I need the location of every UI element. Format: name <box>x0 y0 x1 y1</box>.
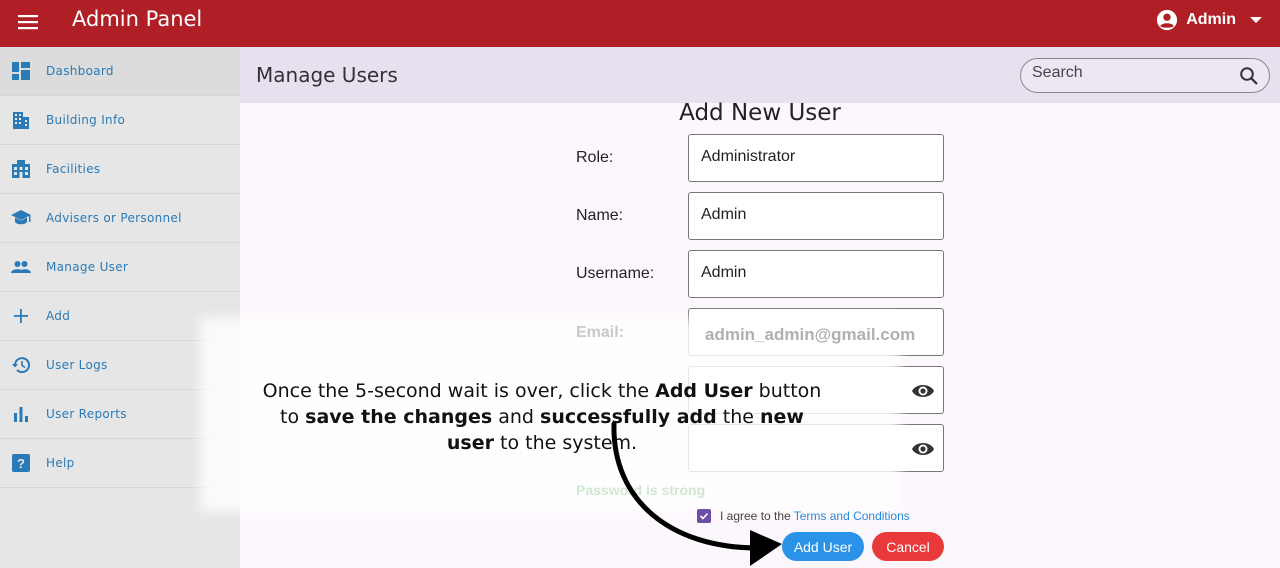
sidebar-item-label: Manage User <box>46 260 129 274</box>
user-name: Admin <box>1186 11 1236 28</box>
page-title: Manage Users <box>256 63 398 87</box>
caption-text: Once the 5-second wait is over, click th… <box>262 380 656 402</box>
role-input[interactable] <box>701 148 901 166</box>
sidebar-item-dashboard[interactable]: Dashboard <box>0 47 240 96</box>
sidebar-item-manage-user[interactable]: Manage User <box>0 243 240 292</box>
sidebar-item-label: Advisers or Personnel <box>46 211 182 225</box>
username-field[interactable] <box>688 250 944 298</box>
cancel-button[interactable]: Cancel <box>872 532 944 561</box>
sidebar-item-advisers-or-personnel[interactable]: Advisers or Personnel <box>0 194 240 243</box>
visibility-icon[interactable] <box>911 380 935 402</box>
role-field[interactable] <box>688 134 944 182</box>
building-icon <box>13 112 29 129</box>
help-icon: ? <box>12 454 30 472</box>
plus-icon <box>14 309 28 323</box>
caption-text: and <box>492 406 541 428</box>
caption-bold: save the changes <box>305 406 493 428</box>
page-header: Manage Users <box>240 47 1280 103</box>
form-title: Add New User <box>679 100 841 126</box>
sidebar-item-label: User Reports <box>46 407 127 421</box>
school-icon <box>11 210 31 225</box>
sidebar-item-label: User Logs <box>46 358 108 372</box>
user-menu[interactable]: Admin <box>1156 8 1262 32</box>
caption-bold: Add User <box>655 380 753 402</box>
sidebar-item-label: Help <box>46 456 75 470</box>
search-box <box>1020 58 1270 93</box>
dashboard-icon <box>12 62 30 80</box>
search-icon[interactable] <box>1239 66 1259 86</box>
sidebar-item-label: Facilities <box>46 162 101 176</box>
chevron-down-icon[interactable] <box>1250 16 1262 24</box>
search-input[interactable] <box>1032 63 1232 83</box>
top-app-bar: Admin Panel Admin <box>0 0 1280 47</box>
username-label: Username: <box>576 265 655 282</box>
sidebar-item-facilities[interactable]: Facilities <box>0 145 240 194</box>
email-value: admin_admin@gmail.com <box>705 325 916 344</box>
sidebar-item-label: Building Info <box>46 113 126 127</box>
sidebar-item-building-info[interactable]: Building Info <box>0 96 240 145</box>
history-icon <box>12 357 30 374</box>
role-label: Role: <box>576 149 614 166</box>
name-label: Name: <box>576 207 624 224</box>
sidebar-item-label: Add <box>46 309 71 323</box>
name-field[interactable] <box>688 192 944 240</box>
arrow-pointer-icon <box>611 421 782 566</box>
people-icon <box>11 261 31 273</box>
sidebar-item-label: Dashboard <box>46 64 114 78</box>
username-input[interactable] <box>701 264 901 282</box>
svg-text:?: ? <box>17 456 25 471</box>
menu-icon[interactable] <box>18 12 38 32</box>
account-circle-icon <box>1157 9 1178 31</box>
facilities-icon <box>12 160 30 178</box>
visibility-icon[interactable] <box>911 438 935 460</box>
app-title: Admin Panel <box>72 7 203 31</box>
terms-link[interactable]: Terms and Conditions <box>794 509 910 523</box>
name-input[interactable] <box>701 206 901 224</box>
bar-chart-icon <box>14 407 28 422</box>
email-label: Email: <box>576 324 625 341</box>
